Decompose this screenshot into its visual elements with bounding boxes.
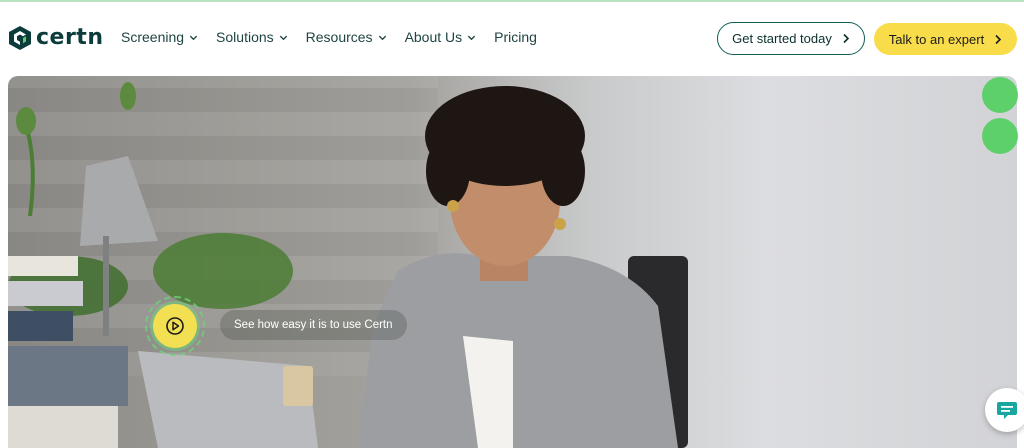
hero-video[interactable]: See how easy it is to use Certn <box>8 76 1017 448</box>
nav-item-about-us[interactable]: About Us <box>405 29 477 45</box>
talk-to-expert-label: Talk to an expert <box>888 31 985 47</box>
hero-video-frame <box>8 76 1017 448</box>
nav-item-resources[interactable]: Resources <box>306 29 387 45</box>
chat-icon <box>997 402 1017 419</box>
get-started-button[interactable]: Get started today <box>717 22 865 55</box>
hero-illustration <box>8 82 688 448</box>
chat-widget-button[interactable] <box>985 388 1024 432</box>
play-icon <box>166 317 184 335</box>
nav-label: Pricing <box>494 29 537 45</box>
chevron-down-icon <box>189 35 198 40</box>
nav-label: Solutions <box>216 29 274 45</box>
nav-item-screening[interactable]: Screening <box>121 29 198 45</box>
video-caption-text: See how easy it is to use Certn <box>234 319 393 331</box>
certn-logo-icon <box>9 26 31 50</box>
main-nav: Screening Solutions Resources About Us P… <box>121 29 537 45</box>
play-video-button[interactable] <box>153 304 197 348</box>
nav-label: Screening <box>121 29 185 45</box>
get-started-label: Get started today <box>732 31 832 46</box>
chevron-right-icon <box>843 33 849 44</box>
nav-label: Resources <box>305 29 373 45</box>
chevron-right-icon <box>995 34 1002 44</box>
chevron-down-icon <box>378 35 386 40</box>
nav-item-solutions[interactable]: Solutions <box>216 29 288 45</box>
certn-logo[interactable]: certn <box>8 24 104 52</box>
chevron-down-icon <box>468 35 476 40</box>
site-header: certn Screening Solutions Resources Abou… <box>0 2 1024 74</box>
video-caption: See how easy it is to use Certn <box>220 310 407 340</box>
talk-to-expert-button[interactable]: Talk to an expert <box>874 23 1017 55</box>
side-widget-dot[interactable] <box>982 118 1018 154</box>
side-widget-dot[interactable] <box>982 77 1018 113</box>
chevron-down-icon <box>279 35 287 40</box>
nav-label: About Us <box>404 29 463 45</box>
logo-wordmark: certn <box>36 25 104 50</box>
nav-item-pricing[interactable]: Pricing <box>494 29 537 45</box>
